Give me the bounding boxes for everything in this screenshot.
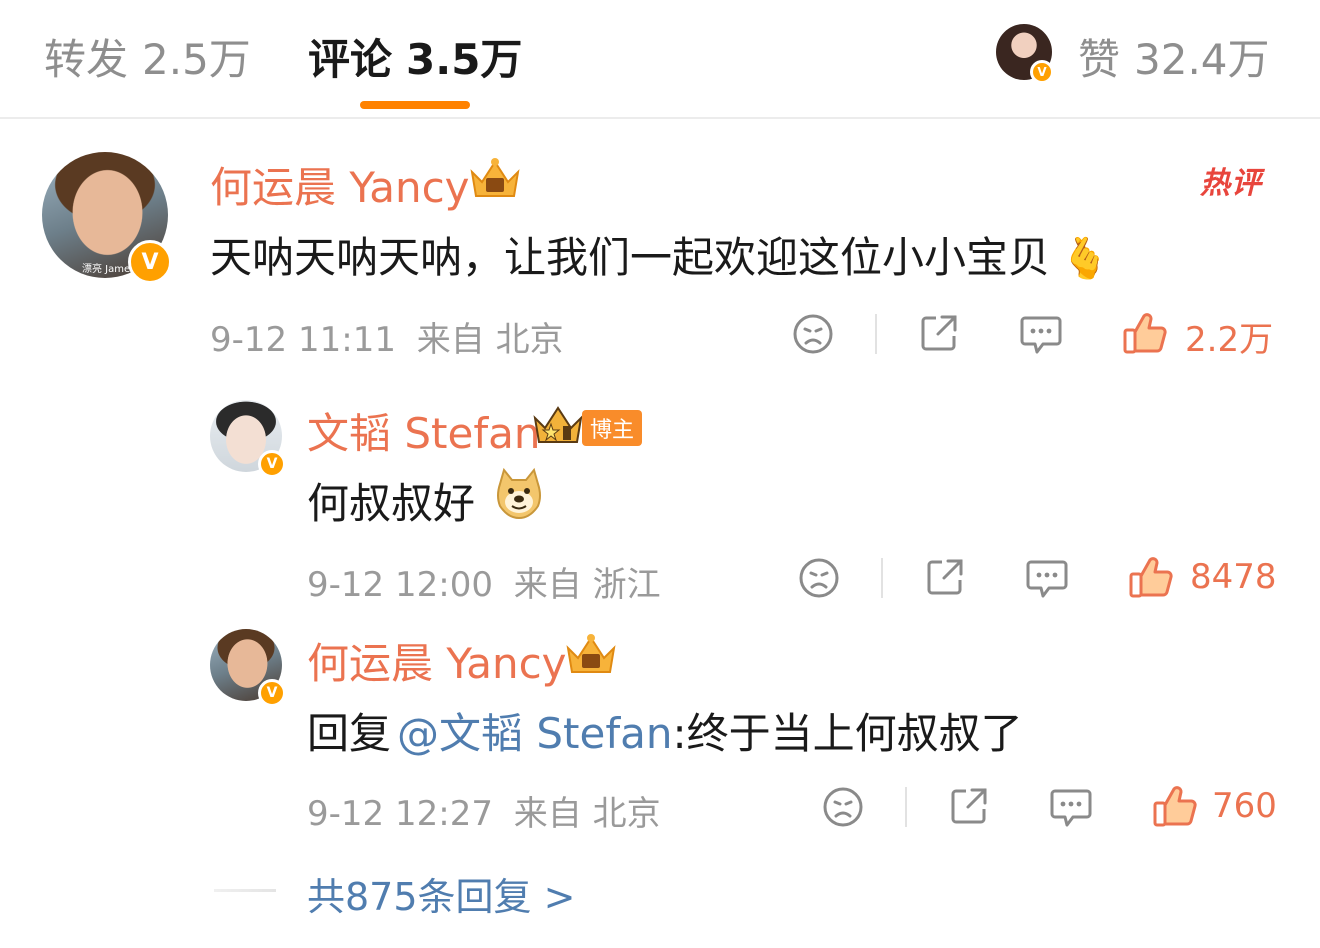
avatar[interactable]: 漂亮 James V <box>42 152 172 284</box>
avatar[interactable]: V <box>210 400 286 478</box>
reply-icon[interactable] <box>1049 787 1093 829</box>
mention-link[interactable]: @文韬 Stefan <box>397 709 672 758</box>
view-more-replies-link[interactable]: 共875条回复 > <box>307 866 575 921</box>
share-icon[interactable] <box>924 556 966 598</box>
verified-badge-icon: V <box>258 450 286 478</box>
tab-comment-count: 3.5万 <box>406 35 523 84</box>
tab-like-count: 32.4万 <box>1134 35 1270 84</box>
comment-location: 来自 北京 <box>513 794 661 834</box>
comment-meta: 9-12 12:27 来自 北京 <box>307 786 661 835</box>
comment-text: 回复 @文韬 Stefan:终于当上何叔叔了 <box>307 700 1023 761</box>
dislike-icon[interactable] <box>792 313 834 355</box>
tab-repost[interactable]: 转发 2.5万 <box>44 26 251 87</box>
active-tab-indicator <box>360 101 470 109</box>
username[interactable]: 何运晨 Yancy <box>307 630 567 691</box>
hot-comment-label: 热评 <box>1200 166 1262 201</box>
comment-time: 9-12 12:27 <box>307 794 493 834</box>
tab-repost-count: 2.5万 <box>142 35 251 84</box>
username[interactable]: 文韬 Stefan <box>307 400 540 461</box>
avatar[interactable]: V <box>210 629 286 707</box>
tab-divider <box>0 117 1320 119</box>
reply-icon[interactable] <box>1019 314 1063 356</box>
comment-text: 天呐天呐天呐，让我们一起欢迎这位小小宝贝 🫰 <box>210 224 1110 285</box>
action-separator <box>881 558 883 598</box>
reply-icon[interactable] <box>1025 558 1069 600</box>
dislike-icon[interactable] <box>798 557 840 599</box>
comment-body: 天呐天呐天呐，让我们一起欢迎这位小小宝贝 <box>210 233 1051 282</box>
verified-badge-icon: V <box>258 679 286 707</box>
comment-meta: 9-12 12:00 来自 浙江 <box>307 557 661 606</box>
comment-meta: 9-12 11:11 来自 北京 <box>210 312 564 361</box>
tab-bar: 转发 2.5万 评论 3.5万 V 赞 32.4万 <box>0 0 1320 119</box>
crown-badge-icon <box>533 406 583 443</box>
finger-heart-emoji: 🫰 <box>1060 236 1110 282</box>
comment-time: 9-12 11:11 <box>210 320 396 360</box>
author-tag: 博主 <box>582 410 643 446</box>
like-icon[interactable] <box>1152 783 1198 829</box>
reply-prefix: 回复 <box>307 709 392 758</box>
tab-comment-label: 评论 <box>308 35 393 84</box>
comment-body: :终于当上何叔叔了 <box>672 709 1023 758</box>
doge-emoji-icon <box>497 467 541 520</box>
tab-like-label: 赞 <box>1078 35 1121 84</box>
comment-body: 何叔叔好 <box>307 479 476 528</box>
share-icon[interactable] <box>918 312 960 354</box>
like-icon[interactable] <box>1122 310 1168 356</box>
tab-like[interactable]: 赞 32.4万 <box>1078 26 1270 87</box>
verified-badge-icon: V <box>1030 60 1054 84</box>
like-count: 760 <box>1212 786 1277 826</box>
like-count: 8478 <box>1190 557 1277 597</box>
tab-comment[interactable]: 评论 3.5万 <box>308 26 522 87</box>
share-icon[interactable] <box>948 785 990 827</box>
action-separator <box>875 314 877 354</box>
tab-repost-label: 转发 <box>44 35 129 84</box>
comment-location: 来自 浙江 <box>513 565 661 605</box>
dislike-icon[interactable] <box>822 786 864 828</box>
like-icon[interactable] <box>1128 554 1174 600</box>
comment-time: 9-12 12:00 <box>307 565 493 605</box>
action-separator <box>905 787 907 827</box>
liker-avatar[interactable]: V <box>996 24 1054 84</box>
verified-badge-icon: V <box>128 240 172 284</box>
like-count: 2.2万 <box>1185 320 1274 360</box>
reply-divider <box>214 889 276 892</box>
username[interactable]: 何运晨 Yancy <box>210 154 470 215</box>
comment-location: 来自 北京 <box>416 320 564 360</box>
comment-text: 何叔叔好 <box>307 470 475 531</box>
crown-badge-icon <box>566 634 616 673</box>
crown-badge-icon <box>470 158 520 197</box>
